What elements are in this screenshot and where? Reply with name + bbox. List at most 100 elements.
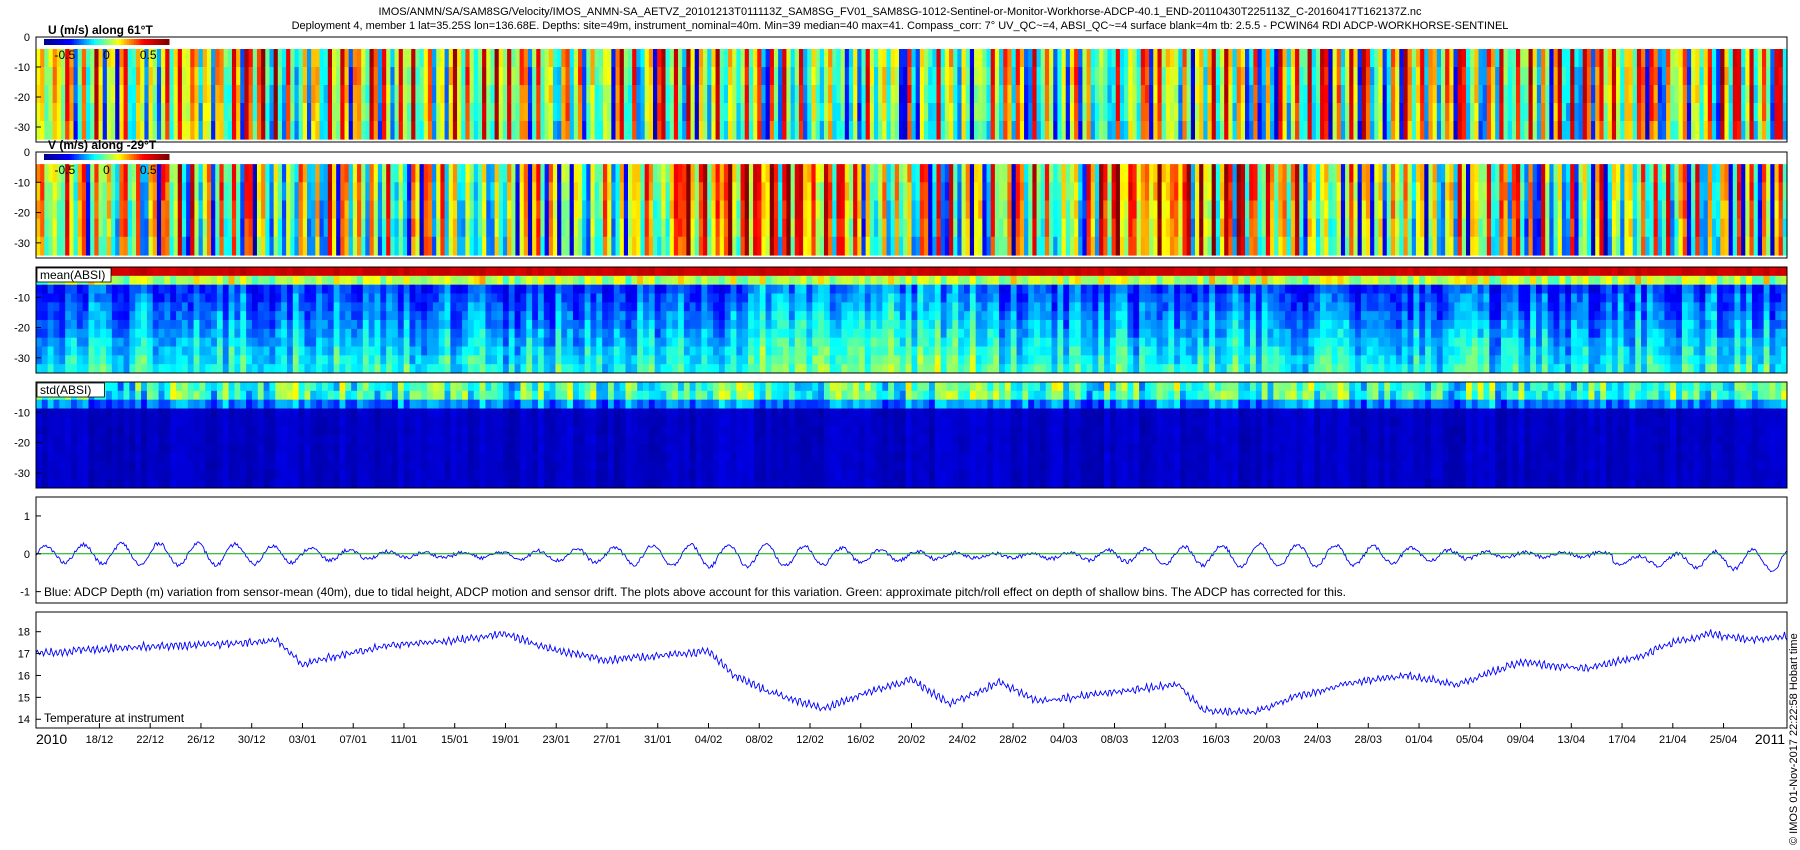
heatmap-cell bbox=[828, 182, 833, 202]
heatmap-cell bbox=[1186, 85, 1192, 104]
heatmap-cell bbox=[786, 182, 792, 202]
heatmap-cell bbox=[848, 103, 854, 122]
heatmap-cell bbox=[265, 103, 271, 122]
heatmap-cell bbox=[794, 236, 800, 256]
heatmap-cell bbox=[1536, 121, 1542, 140]
heatmap-cell bbox=[1144, 182, 1150, 202]
heatmap-cell bbox=[728, 218, 733, 238]
heatmap-cell bbox=[740, 103, 746, 122]
heatmap-cell bbox=[544, 85, 550, 104]
heatmap-cell bbox=[373, 182, 379, 202]
heatmap-cell bbox=[786, 200, 792, 220]
heatmap-cell bbox=[1249, 103, 1254, 122]
heatmap-cell bbox=[1161, 164, 1167, 183]
heatmap-cell bbox=[248, 164, 254, 183]
heatmap-cell bbox=[907, 164, 913, 183]
heatmap-cell bbox=[1653, 200, 1659, 220]
heatmap-cell bbox=[990, 218, 996, 238]
heatmap-cell bbox=[333, 355, 341, 365]
heatmap-cell bbox=[1611, 182, 1617, 202]
heatmap-cell bbox=[1236, 236, 1242, 256]
heatmap-cell bbox=[1778, 164, 1784, 183]
heatmap-cell bbox=[911, 218, 917, 238]
heatmap-cell bbox=[1286, 49, 1292, 68]
heatmap-cell bbox=[36, 337, 43, 347]
heatmap-cell bbox=[1203, 103, 1209, 122]
heatmap-cell bbox=[561, 49, 567, 68]
heatmap-cell bbox=[240, 218, 246, 238]
heatmap-cell bbox=[322, 328, 329, 339]
heatmap-cell bbox=[803, 103, 808, 122]
heatmap-cell bbox=[36, 121, 41, 140]
heatmap-cell bbox=[928, 200, 933, 220]
heatmap-cell bbox=[1190, 103, 1196, 122]
heatmap-cell bbox=[1632, 85, 1638, 104]
heatmap-cell bbox=[193, 267, 200, 277]
heatmap-cell bbox=[1286, 236, 1292, 256]
heatmap-cell bbox=[123, 267, 130, 277]
heatmap-cell bbox=[1365, 67, 1371, 86]
heatmap-cell bbox=[1574, 49, 1580, 68]
heatmap-cell bbox=[778, 103, 783, 122]
heatmap-cell bbox=[117, 284, 125, 294]
heatmap-cell bbox=[723, 85, 729, 104]
heatmap-cell bbox=[36, 284, 43, 294]
heatmap-cell bbox=[661, 67, 667, 86]
heatmap-cell bbox=[1720, 182, 1726, 202]
heatmap-cell bbox=[52, 182, 58, 202]
heatmap-cell bbox=[1207, 200, 1213, 220]
heatmap-cell bbox=[41, 364, 49, 374]
heatmap-cell bbox=[1741, 67, 1746, 86]
heatmap-cell bbox=[76, 328, 84, 339]
heatmap-cell bbox=[76, 320, 84, 330]
heatmap-cell bbox=[611, 164, 617, 183]
heatmap-cell bbox=[402, 164, 408, 183]
heatmap-cell bbox=[994, 121, 1000, 140]
heatmap-cell bbox=[234, 284, 241, 294]
heatmap-cell bbox=[1240, 49, 1246, 68]
heatmap-cell bbox=[1111, 164, 1117, 183]
heatmap-cell bbox=[88, 364, 95, 374]
heatmap-cell bbox=[88, 346, 95, 356]
heatmap-cell bbox=[1078, 218, 1084, 238]
heatmap-cell bbox=[315, 67, 321, 86]
heatmap-cell bbox=[234, 337, 241, 347]
heatmap-cell bbox=[1236, 182, 1242, 202]
heatmap-cell bbox=[1661, 200, 1667, 220]
heatmap-cell bbox=[82, 293, 90, 303]
heatmap-cell bbox=[348, 67, 354, 86]
heatmap-cell bbox=[661, 85, 667, 104]
heatmap-cell bbox=[853, 121, 858, 140]
heatmap-cell bbox=[290, 200, 296, 220]
heatmap-cell bbox=[811, 103, 817, 122]
heatmap-cell bbox=[1257, 236, 1263, 256]
heatmap-cell bbox=[1220, 200, 1225, 220]
heatmap-cell bbox=[761, 182, 767, 202]
heatmap-cell bbox=[965, 236, 971, 256]
heatmap-cell bbox=[65, 337, 72, 347]
heatmap-cell bbox=[265, 182, 271, 202]
heatmap-cell bbox=[423, 103, 429, 122]
heatmap-cell bbox=[357, 164, 362, 183]
heatmap-cell bbox=[1332, 218, 1338, 238]
heatmap-cell bbox=[982, 67, 988, 86]
heatmap-cell bbox=[1761, 236, 1767, 256]
heatmap-cell bbox=[1753, 67, 1759, 86]
heatmap-cell bbox=[1395, 218, 1400, 238]
heatmap-cell bbox=[1332, 85, 1338, 104]
heatmap-cell bbox=[211, 200, 216, 220]
heatmap-cell bbox=[1728, 121, 1734, 140]
heatmap-cell bbox=[1407, 218, 1413, 238]
heatmap-cell bbox=[1270, 236, 1275, 256]
heatmap-cell bbox=[1053, 218, 1059, 238]
heatmap-cell bbox=[1753, 182, 1759, 202]
heatmap-cell bbox=[586, 182, 592, 202]
heatmap-cell bbox=[265, 236, 271, 256]
heatmap-cell bbox=[131, 121, 137, 140]
heatmap-cell bbox=[653, 182, 658, 202]
heatmap-cell bbox=[648, 164, 654, 183]
heatmap-cell bbox=[1766, 236, 1771, 256]
heatmap-cell bbox=[1774, 200, 1780, 220]
heatmap-cell bbox=[440, 164, 446, 183]
heatmap-cell bbox=[141, 320, 148, 330]
